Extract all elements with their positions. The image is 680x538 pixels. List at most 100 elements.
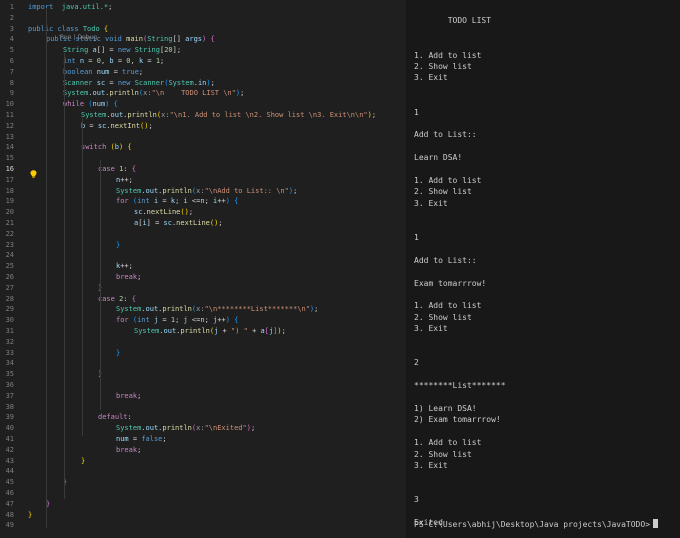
- code-line[interactable]: while (num) {: [63, 99, 118, 110]
- line-number: 12: [5, 121, 14, 130]
- code-line[interactable]: for (int j = 1; j <=n; j++) {: [116, 315, 238, 326]
- code-line[interactable]: Scanner sc = new Scanner(System.in);: [63, 78, 215, 89]
- code-token: ;: [137, 391, 142, 400]
- code-line[interactable]: }: [116, 240, 120, 251]
- code-line[interactable]: System.out.println(x:"\n TODO LIST \n");: [63, 88, 244, 99]
- code-line[interactable]: b = sc.nextInt();: [81, 121, 153, 132]
- code-token: }: [81, 456, 86, 465]
- terminal-panel[interactable]: TODO LIST 1. Add to list 2. Show list 3. Ex…: [406, 0, 680, 538]
- code-token: x:: [161, 111, 170, 119]
- code-editor[interactable]: 1 2 3 4 5 6 7 8 9 10 11 12 13 14 15 16 17 18 19 20 21 22 23 24 2…: [0, 0, 406, 538]
- terminal-line: 1: [414, 107, 419, 117]
- code-token: 20: [164, 46, 173, 55]
- code-line[interactable]: System.out.println(x:"\nExited");: [116, 423, 255, 434]
- terminal-line: 1. Add to list: [414, 176, 482, 185]
- code-token: out: [145, 424, 159, 433]
- code-token: num: [92, 100, 106, 109]
- terminal-line: 1) Learn DSA!: [414, 404, 477, 413]
- code-token: {: [210, 35, 215, 44]
- codelens-run-debug[interactable]: Run | Debug: [60, 34, 97, 42]
- line-number: 20: [5, 208, 14, 217]
- code-line[interactable]: default:: [98, 412, 132, 423]
- code-line[interactable]: boolean num = true;: [63, 67, 143, 78]
- line-number: 23: [5, 240, 14, 249]
- code-token: nextLine: [146, 208, 181, 217]
- code-token: ;: [175, 316, 184, 325]
- code-token: :: [123, 165, 132, 173]
- code-token: x:: [143, 89, 152, 98]
- code-token: ,: [130, 57, 139, 65]
- code-token: out: [92, 89, 106, 98]
- code-token: ;: [314, 305, 319, 314]
- code-line[interactable]: int n = 0, b = 0, k = 1;: [63, 56, 164, 67]
- code-token: ;: [250, 424, 256, 433]
- code-token: :: [127, 413, 132, 422]
- code-token: {: [127, 143, 132, 152]
- code-token: println: [109, 89, 139, 98]
- code-line[interactable]: }: [81, 456, 85, 467]
- line-number: 25: [5, 262, 14, 271]
- code-line[interactable]: a[i] = sc.nextLine();: [134, 218, 223, 229]
- code-line[interactable]: case 2: {: [98, 294, 136, 305]
- code-token: "\nAdd to List:: \n": [204, 186, 289, 195]
- code-token: =: [84, 57, 97, 65]
- code-token: {: [234, 197, 239, 206]
- code-token: =: [128, 435, 142, 443]
- code-token: ] =: [146, 219, 164, 227]
- code-line[interactable]: }: [116, 348, 120, 359]
- line-number-gutter: 1 2 3 4 5 6 7 8 9 10 11 12 13 14 15 16 17 18 19 20 21 22 23 24 2…: [0, 0, 22, 538]
- code-token: ];: [172, 46, 182, 55]
- code-token: false: [141, 435, 163, 443]
- line-number: 6: [9, 57, 14, 65]
- code-token: ;: [160, 57, 165, 65]
- code-token: println: [162, 424, 192, 433]
- code-line[interactable]: case 1: {: [98, 164, 136, 175]
- lightbulb-icon[interactable]: [30, 170, 37, 178]
- line-number: 2: [9, 13, 14, 22]
- line-number: 24: [5, 251, 14, 260]
- code-line[interactable]: }: [28, 510, 32, 521]
- line-number: 19: [5, 197, 14, 206]
- code-line[interactable]: for (int i = k; i <=n; i++) {: [116, 196, 238, 207]
- code-line[interactable]: System.out.println(x:"\nAdd to List:: \n…: [116, 186, 297, 197]
- code-token: ;: [204, 316, 214, 325]
- code-token: for: [116, 197, 129, 206]
- code-line[interactable]: break;: [116, 391, 141, 402]
- terminal-line: 1. Add to list: [414, 438, 482, 448]
- code-token: "\n TODO LIST \n": [151, 89, 236, 98]
- line-number: 28: [5, 294, 14, 303]
- code-line[interactable]: System.out.println(x:"\n1. Add to list \…: [81, 110, 376, 121]
- code-line[interactable]: k++;: [116, 261, 133, 272]
- code-line[interactable]: String a[] = new String[20];: [63, 45, 181, 56]
- code-line[interactable]: import java.util.*;: [28, 2, 112, 13]
- code-line[interactable]: break;: [116, 272, 141, 283]
- code-token: String: [63, 46, 89, 55]
- code-token: sc: [96, 78, 106, 87]
- code-line[interactable]: switch (b) {: [81, 142, 132, 153]
- code-line[interactable]: n++;: [116, 175, 133, 186]
- code-token: import: [28, 3, 54, 11]
- code-token: <=: [187, 316, 201, 325]
- code-line[interactable]: System.out.println(x:"\n********List****…: [116, 304, 318, 315]
- code-line[interactable]: sc.nextLine();: [134, 207, 193, 218]
- code-token: ;: [137, 273, 142, 281]
- code-token: break: [116, 391, 138, 400]
- code-token: {: [113, 100, 118, 109]
- line-number: 41: [5, 435, 14, 443]
- line-number: 14: [5, 143, 14, 152]
- terminal-line: 1. Add to list: [414, 301, 482, 311]
- line-number: 48: [5, 510, 14, 519]
- code-line[interactable]: public class Todo {: [28, 24, 108, 35]
- code-line[interactable]: break;: [116, 445, 141, 456]
- line-number: 9: [9, 89, 14, 98]
- line-number: 15: [5, 154, 14, 163]
- code-token: ;: [210, 78, 215, 87]
- code-line[interactable]: num = false;: [116, 434, 167, 445]
- terminal-prompt[interactable]: PS C:\Users\abhij\Desktop\Java projects\…: [414, 519, 659, 530]
- code-token: ;: [240, 89, 245, 98]
- code-token: void: [105, 35, 122, 44]
- code-token: System: [116, 186, 142, 195]
- code-token: ;: [162, 435, 167, 443]
- code-token: default: [98, 413, 128, 422]
- code-line[interactable]: System.out.println(j + ") " + a[j]);: [134, 326, 286, 337]
